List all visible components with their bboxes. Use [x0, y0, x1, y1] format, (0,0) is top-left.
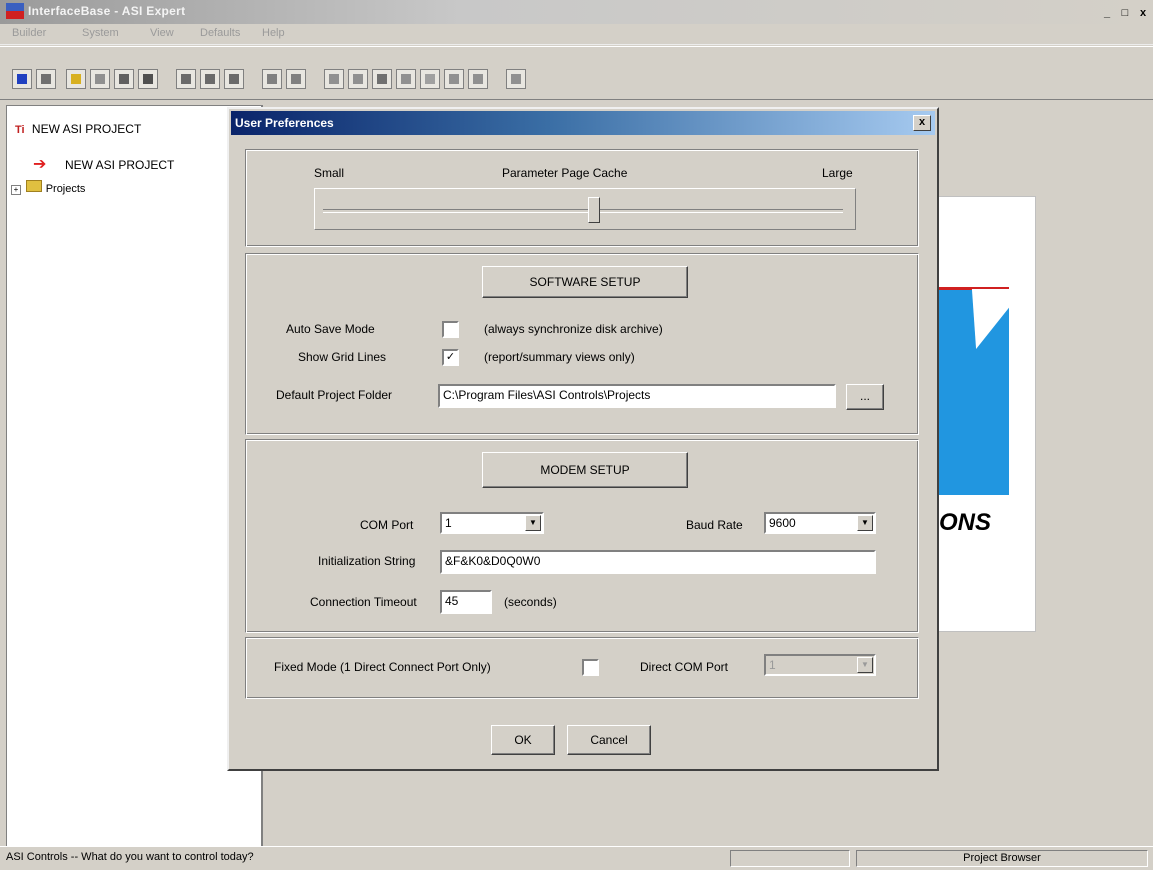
cache-slider[interactable]: [314, 188, 856, 230]
chevron-down-icon[interactable]: ▼: [525, 515, 541, 531]
save-all-icon[interactable]: [200, 69, 220, 89]
menu-view[interactable]: View: [150, 27, 174, 39]
chevron-down-icon[interactable]: ▼: [857, 657, 873, 673]
modem-setup-heading: MODEM SETUP: [482, 452, 688, 488]
menu-builder[interactable]: Builder: [12, 27, 46, 39]
timeout-input[interactable]: 45: [440, 590, 492, 614]
asi-logo-icon: Ti: [15, 124, 25, 136]
dialog-title: User Preferences: [235, 116, 334, 130]
close-window-button[interactable]: x: [1135, 6, 1151, 20]
tree-current-project[interactable]: ➔ NEW ASI PROJECT: [33, 156, 175, 173]
grid-lines-note: (report/summary views only): [484, 350, 635, 364]
folder-icon: [26, 180, 43, 192]
monitor-icon[interactable]: [444, 69, 464, 89]
cancel-button[interactable]: Cancel: [567, 725, 651, 755]
arrow-right-icon: ➔: [33, 156, 47, 173]
splash-image: ONS: [938, 196, 1036, 632]
window-title-bar: InterfaceBase - ASI Expert _ □ x: [0, 0, 1153, 24]
com-port-select[interactable]: 1 ▼: [440, 512, 544, 534]
auto-save-note: (always synchronize disk archive): [484, 322, 663, 336]
minimize-button[interactable]: _: [1099, 6, 1115, 20]
slider-track: [323, 209, 843, 213]
chevron-down-icon[interactable]: ▼: [857, 515, 873, 531]
dialog-close-button[interactable]: x: [913, 115, 931, 131]
list-icon[interactable]: [90, 69, 110, 89]
project-folder-label: Default Project Folder: [276, 388, 393, 402]
status-bar: ASI Controls -- What do you want to cont…: [0, 846, 1153, 870]
binoculars-icon[interactable]: [138, 69, 158, 89]
find-icon[interactable]: [114, 69, 134, 89]
modem-setup-group: MODEM SETUP COM Port 1 ▼ Baud Rate 9600 …: [245, 439, 919, 633]
cache-small-label: Small: [314, 166, 345, 180]
user-preferences-dialog: User Preferences x Small Parameter Page …: [227, 107, 939, 771]
status-panel: Project Browser: [856, 850, 1148, 867]
fixed-mode-checkbox[interactable]: [582, 659, 599, 676]
direct-com-select[interactable]: 1 ▼: [764, 654, 876, 676]
dialog-title-bar: User Preferences x: [231, 111, 935, 135]
direct-com-label: Direct COM Port: [640, 660, 729, 674]
software-setup-heading: SOFTWARE SETUP: [482, 266, 688, 298]
fixed-mode-label: Fixed Mode (1 Direct Connect Port Only): [274, 660, 491, 674]
toolbar: [0, 46, 1153, 100]
new-project-icon[interactable]: [12, 69, 32, 89]
fixed-mode-group: Fixed Mode (1 Direct Connect Port Only) …: [245, 637, 919, 699]
init-string-input[interactable]: &F&K0&D0Q0W0: [440, 550, 876, 574]
project-tree: Ti NEW ASI PROJECT ➔ NEW ASI PROJECT + P…: [6, 105, 263, 846]
grid-lines-checkbox[interactable]: ✓: [442, 349, 459, 366]
cache-group: Small Parameter Page Cache Large: [245, 149, 919, 247]
ok-button[interactable]: OK: [491, 725, 555, 755]
grid-icon[interactable]: [420, 69, 440, 89]
edit-icon[interactable]: [506, 69, 526, 89]
timeout-unit: (seconds): [504, 595, 557, 609]
software-setup-group: SOFTWARE SETUP Auto Save Mode (always sy…: [245, 253, 919, 435]
project-folder-input[interactable]: C:\Program Files\ASI Controls\Projects: [438, 384, 836, 408]
expand-plus-icon[interactable]: +: [11, 185, 21, 195]
grid-lines-label: Show Grid Lines: [298, 350, 387, 364]
cache-title: Parameter Page Cache: [502, 166, 628, 180]
browse-folder-button[interactable]: ...: [846, 384, 884, 410]
tree-projects-label: Projects: [45, 183, 86, 195]
open-project-icon[interactable]: [36, 69, 56, 89]
app-icon: [6, 3, 24, 19]
timeout-label: Connection Timeout: [310, 595, 417, 609]
maximize-button[interactable]: □: [1117, 6, 1133, 20]
status-segment-empty: [730, 850, 850, 867]
tree-root-label: NEW ASI PROJECT: [31, 122, 142, 136]
report-icon[interactable]: [324, 69, 344, 89]
menu-system[interactable]: System: [82, 27, 119, 39]
init-string-label: Initialization String: [318, 554, 416, 568]
save-icon[interactable]: [176, 69, 196, 89]
logo-text: ONS: [939, 509, 992, 536]
com-port-value: 1: [445, 516, 452, 530]
baud-rate-select[interactable]: 9600 ▼: [764, 512, 876, 534]
status-message: ASI Controls -- What do you want to cont…: [6, 851, 254, 863]
auto-save-checkbox[interactable]: [442, 321, 459, 338]
tree-current-label: NEW ASI PROJECT: [65, 158, 175, 172]
window-title: InterfaceBase - ASI Expert: [28, 4, 186, 18]
layout-icon[interactable]: [396, 69, 416, 89]
folder-icon[interactable]: [66, 69, 86, 89]
menu-help[interactable]: Help: [262, 27, 285, 39]
connect-icon[interactable]: [262, 69, 282, 89]
disconnect-icon[interactable]: [286, 69, 306, 89]
menu-bar: Builder System View Defaults Help: [0, 24, 1153, 45]
text-icon[interactable]: [348, 69, 368, 89]
cache-large-label: Large: [822, 166, 853, 180]
save-as-icon[interactable]: [224, 69, 244, 89]
auto-save-label: Auto Save Mode: [286, 322, 375, 336]
menu-defaults[interactable]: Defaults: [200, 27, 240, 39]
tree-projects[interactable]: + Projects: [11, 180, 85, 195]
table-icon[interactable]: [468, 69, 488, 89]
direct-com-value: 1: [769, 658, 776, 672]
baud-rate-value: 9600: [769, 516, 796, 530]
com-port-label: COM Port: [360, 518, 414, 532]
baud-rate-label: Baud Rate: [686, 518, 743, 532]
slider-thumb[interactable]: [588, 197, 601, 223]
window-icon[interactable]: [372, 69, 392, 89]
tree-root[interactable]: Ti NEW ASI PROJECT: [15, 122, 141, 136]
